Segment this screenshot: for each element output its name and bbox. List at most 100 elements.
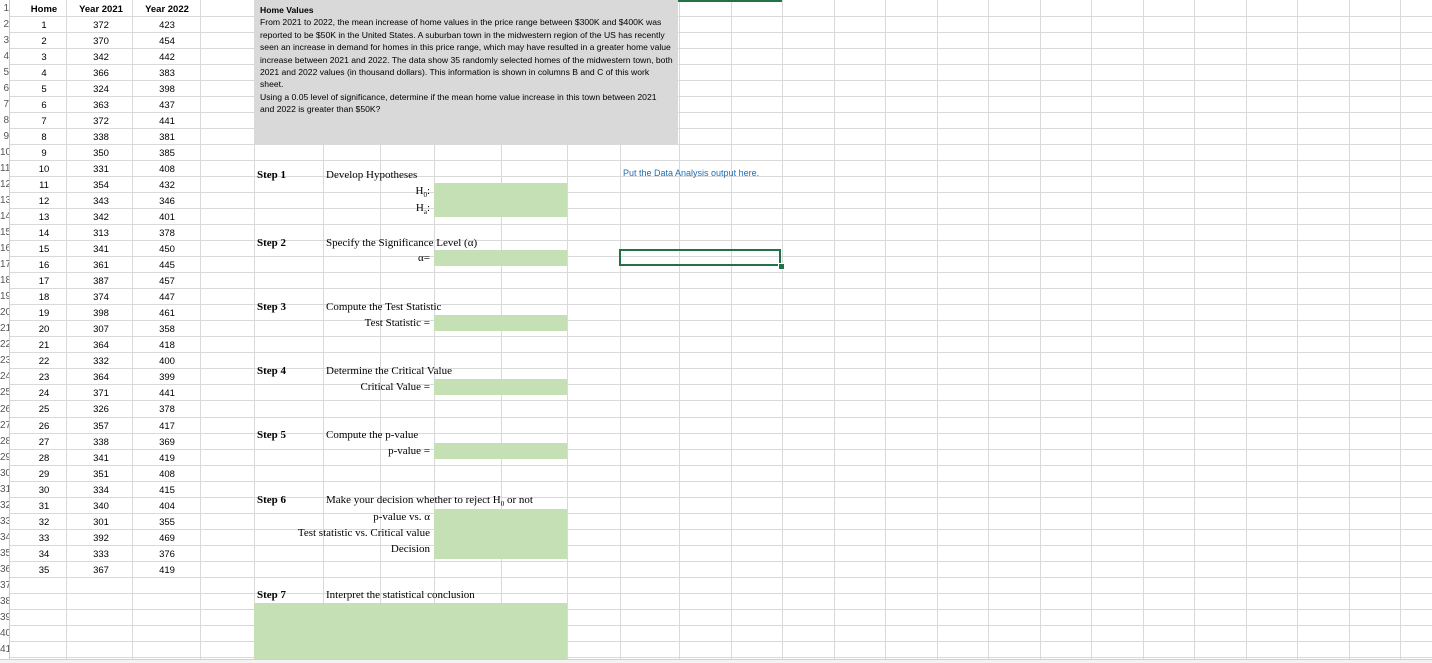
header-year-2022[interactable]: Year 2022	[138, 2, 196, 18]
year-2021-cell[interactable]: 324	[72, 82, 130, 98]
year-2021-cell[interactable]: 387	[72, 274, 130, 290]
year-2022-cell[interactable]: 346	[138, 194, 196, 210]
row-header[interactable]: 5	[0, 65, 9, 81]
home-id-cell[interactable]: 4	[25, 66, 63, 82]
year-2022-cell[interactable]: 419	[138, 563, 196, 579]
year-2022-cell[interactable]: 437	[138, 98, 196, 114]
year-2021-cell[interactable]: 338	[72, 435, 130, 451]
home-id-cell[interactable]: 22	[25, 354, 63, 370]
year-2022-cell[interactable]: 454	[138, 34, 196, 50]
critical-value-input[interactable]	[434, 379, 567, 395]
row-header[interactable]: 36	[0, 562, 9, 578]
year-2021-cell[interactable]: 307	[72, 322, 130, 338]
home-id-cell[interactable]: 12	[25, 194, 63, 210]
year-2022-cell[interactable]: 383	[138, 66, 196, 82]
home-id-cell[interactable]: 11	[25, 178, 63, 194]
spreadsheet-grid[interactable]: 1 2 3 4 5 6 7 8 9 10 11 12 13 14 15 16 17 18 19 20 21 22 23 24 2…	[0, 0, 1432, 663]
home-id-cell[interactable]: 23	[25, 370, 63, 386]
row-header[interactable]: 32	[0, 498, 9, 514]
row-header[interactable]: 17	[0, 257, 9, 273]
year-2021-cell[interactable]: 341	[72, 242, 130, 258]
row-header[interactable]: 9	[0, 129, 9, 145]
home-id-cell[interactable]: 14	[25, 226, 63, 242]
year-2022-cell[interactable]: 404	[138, 499, 196, 515]
year-2021-cell[interactable]: 357	[72, 419, 130, 435]
row-header[interactable]: 4	[0, 49, 9, 65]
home-id-cell[interactable]: 35	[25, 563, 63, 579]
home-id-cell[interactable]: 8	[25, 130, 63, 146]
year-2021-cell[interactable]: 371	[72, 386, 130, 402]
row-header[interactable]: 13	[0, 193, 9, 209]
home-id-cell[interactable]: 20	[25, 322, 63, 338]
row-header[interactable]: 38	[0, 594, 9, 610]
header-year-2021[interactable]: Year 2021	[72, 2, 130, 18]
year-2021-cell[interactable]: 326	[72, 402, 130, 418]
year-2022-cell[interactable]: 445	[138, 258, 196, 274]
year-2021-cell[interactable]: 332	[72, 354, 130, 370]
p-value-input[interactable]	[434, 443, 567, 459]
year-2021-cell[interactable]: 331	[72, 162, 130, 178]
horizontal-scrollbar[interactable]	[0, 659, 1432, 663]
row-header[interactable]: 25	[0, 385, 9, 401]
row-header[interactable]: 35	[0, 546, 9, 562]
year-2021-cell[interactable]: 342	[72, 210, 130, 226]
year-2022-cell[interactable]: 441	[138, 114, 196, 130]
row-header[interactable]: 31	[0, 482, 9, 498]
home-id-cell[interactable]: 15	[25, 242, 63, 258]
year-2021-cell[interactable]: 350	[72, 146, 130, 162]
year-2022-cell[interactable]: 457	[138, 274, 196, 290]
year-2022-cell[interactable]: 358	[138, 322, 196, 338]
row-header[interactable]: 33	[0, 514, 9, 530]
alpha-input[interactable]	[434, 250, 567, 266]
problem-textbox[interactable]: Home Values From 2021 to 2022, the mean …	[255, 0, 678, 145]
year-2022-cell[interactable]: 378	[138, 226, 196, 242]
row-header[interactable]: 10	[0, 145, 9, 161]
row-header[interactable]: 27	[0, 418, 9, 434]
home-id-cell[interactable]: 9	[25, 146, 63, 162]
test-statistic-input[interactable]	[434, 315, 567, 331]
row-header[interactable]: 15	[0, 225, 9, 241]
year-2021-cell[interactable]: 363	[72, 98, 130, 114]
active-cell[interactable]	[619, 249, 781, 266]
home-id-cell[interactable]: 27	[25, 435, 63, 451]
year-2022-cell[interactable]: 408	[138, 162, 196, 178]
year-2022-cell[interactable]: 415	[138, 483, 196, 499]
row-header[interactable]: 18	[0, 273, 9, 289]
row-header[interactable]: 11	[0, 161, 9, 177]
year-2021-cell[interactable]: 340	[72, 499, 130, 515]
year-2021-cell[interactable]: 398	[72, 306, 130, 322]
year-2022-cell[interactable]: 376	[138, 547, 196, 563]
row-header[interactable]: 29	[0, 450, 9, 466]
hypotheses-input[interactable]	[434, 183, 567, 217]
home-id-cell[interactable]: 1	[25, 18, 63, 34]
home-id-cell[interactable]: 24	[25, 386, 63, 402]
year-2022-cell[interactable]: 441	[138, 386, 196, 402]
home-id-cell[interactable]: 5	[25, 82, 63, 98]
year-2021-cell[interactable]: 333	[72, 547, 130, 563]
year-2021-cell[interactable]: 374	[72, 290, 130, 306]
year-2021-cell[interactable]: 370	[72, 34, 130, 50]
year-2021-cell[interactable]: 313	[72, 226, 130, 242]
year-2021-cell[interactable]: 366	[72, 66, 130, 82]
row-header[interactable]: 3	[0, 33, 9, 49]
year-2022-cell[interactable]: 423	[138, 18, 196, 34]
row-header[interactable]: 41	[0, 642, 9, 658]
row-header[interactable]: 34	[0, 530, 9, 546]
row-header[interactable]: 24	[0, 369, 9, 385]
year-2021-cell[interactable]: 301	[72, 515, 130, 531]
year-2021-cell[interactable]: 364	[72, 338, 130, 354]
home-id-cell[interactable]: 3	[25, 50, 63, 66]
year-2022-cell[interactable]: 385	[138, 146, 196, 162]
year-2022-cell[interactable]: 469	[138, 531, 196, 547]
year-2021-cell[interactable]: 342	[72, 50, 130, 66]
year-2022-cell[interactable]: 432	[138, 178, 196, 194]
year-2021-cell[interactable]: 372	[72, 18, 130, 34]
year-2021-cell[interactable]: 367	[72, 563, 130, 579]
year-2021-cell[interactable]: 343	[72, 194, 130, 210]
home-id-cell[interactable]: 25	[25, 402, 63, 418]
home-id-cell[interactable]: 26	[25, 419, 63, 435]
year-2021-cell[interactable]: 341	[72, 451, 130, 467]
year-2022-cell[interactable]: 442	[138, 50, 196, 66]
fill-handle[interactable]	[778, 263, 785, 270]
year-2022-cell[interactable]: 447	[138, 290, 196, 306]
